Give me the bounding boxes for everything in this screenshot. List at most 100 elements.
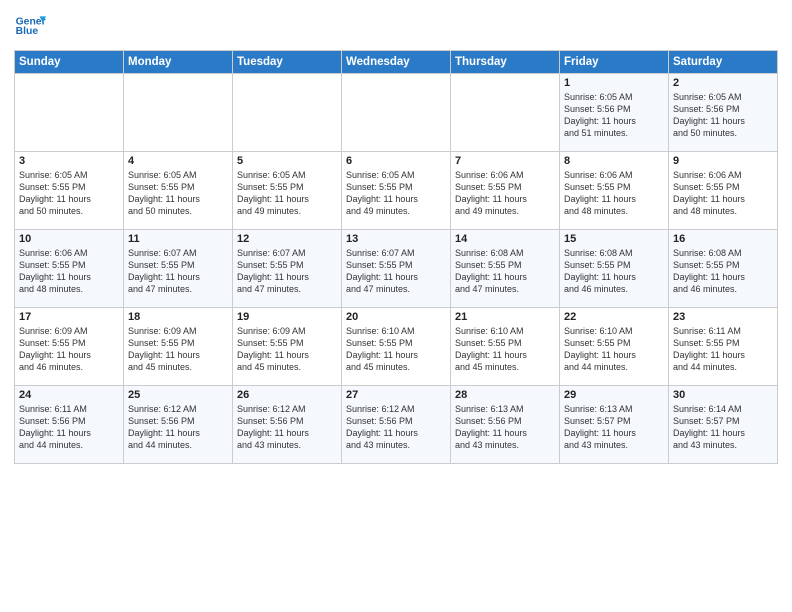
day-number: 18 — [128, 311, 228, 323]
svg-text:Blue: Blue — [16, 26, 39, 37]
day-number: 7 — [455, 155, 555, 167]
calendar-header: SundayMondayTuesdayWednesdayThursdayFrid… — [15, 51, 778, 74]
calendar-week-row: 10 Sunrise: 6:06 AM Sunset: 5:55 PM Dayli… — [15, 230, 778, 308]
calendar-day-cell: 20 Sunrise: 6:10 AM Sunset: 5:55 PM Dayli… — [342, 308, 451, 386]
day-info: Sunrise: 6:05 AM Sunset: 5:55 PM Dayligh… — [19, 169, 119, 218]
day-info: Sunrise: 6:05 AM Sunset: 5:55 PM Dayligh… — [346, 169, 446, 218]
day-info: Sunrise: 6:09 AM Sunset: 5:55 PM Dayligh… — [128, 325, 228, 374]
day-info: Sunrise: 6:12 AM Sunset: 5:56 PM Dayligh… — [346, 403, 446, 452]
day-number: 6 — [346, 155, 446, 167]
day-number: 16 — [673, 233, 773, 245]
logo-icon: General Blue — [14, 10, 46, 42]
calendar-day-cell: 14Sunrise: 6:08 AM Sunset: 5:55 PM Dayli… — [451, 230, 560, 308]
calendar-day-cell: 23 Sunrise: 6:11 AM Sunset: 5:55 PM Dayli… — [669, 308, 778, 386]
day-number: 14 — [455, 233, 555, 245]
calendar-day-cell: 5 Sunrise: 6:05 AM Sunset: 5:55 PM Daylig… — [233, 152, 342, 230]
calendar-day-cell: 22 Sunrise: 6:10 AM Sunset: 5:55 PM Dayli… — [560, 308, 669, 386]
calendar-day-cell: 13 Sunrise: 6:07 AM Sunset: 5:55 PM Dayli… — [342, 230, 451, 308]
day-number: 25 — [128, 389, 228, 401]
day-info: Sunrise: 6:14 AM Sunset: 5:57 PM Dayligh… — [673, 403, 773, 452]
day-info: Sunrise: 6:11 AM Sunset: 5:55 PM Dayligh… — [673, 325, 773, 374]
day-info: Sunrise: 6:07 AM Sunset: 5:55 PM Dayligh… — [346, 247, 446, 296]
calendar-day-cell: 11 Sunrise: 6:07 AM Sunset: 5:55 PM Dayli… — [124, 230, 233, 308]
day-number: 3 — [19, 155, 119, 167]
calendar-day-cell: 15 Sunrise: 6:08 AM Sunset: 5:55 PM Dayli… — [560, 230, 669, 308]
calendar-day-cell: 4Sunrise: 6:05 AM Sunset: 5:55 PM Daylig… — [124, 152, 233, 230]
calendar-day-cell — [233, 74, 342, 152]
calendar-day-cell: 3 Sunrise: 6:05 AM Sunset: 5:55 PM Daylig… — [15, 152, 124, 230]
day-info: Sunrise: 6:06 AM Sunset: 5:55 PM Dayligh… — [564, 169, 664, 218]
day-number: 5 — [237, 155, 337, 167]
day-number: 15 — [564, 233, 664, 245]
calendar-week-row: 17 Sunrise: 6:09 AM Sunset: 5:55 PM Dayli… — [15, 308, 778, 386]
day-info: Sunrise: 6:06 AM Sunset: 5:55 PM Dayligh… — [19, 247, 119, 296]
calendar-week-row: 3 Sunrise: 6:05 AM Sunset: 5:55 PM Daylig… — [15, 152, 778, 230]
calendar-day-cell: 16 Sunrise: 6:08 AM Sunset: 5:55 PM Dayli… — [669, 230, 778, 308]
calendar-day-cell — [15, 74, 124, 152]
weekday-header: Tuesday — [233, 51, 342, 74]
day-info: Sunrise: 6:08 AM Sunset: 5:55 PM Dayligh… — [564, 247, 664, 296]
calendar-day-cell: 8 Sunrise: 6:06 AM Sunset: 5:55 PM Daylig… — [560, 152, 669, 230]
day-info: Sunrise: 6:10 AM Sunset: 5:55 PM Dayligh… — [455, 325, 555, 374]
day-info: Sunrise: 6:06 AM Sunset: 5:55 PM Dayligh… — [673, 169, 773, 218]
calendar-day-cell: 9Sunrise: 6:06 AM Sunset: 5:55 PM Daylig… — [669, 152, 778, 230]
calendar-day-cell — [451, 74, 560, 152]
calendar-day-cell — [342, 74, 451, 152]
weekday-header: Wednesday — [342, 51, 451, 74]
calendar-day-cell: 29Sunrise: 6:13 AM Sunset: 5:57 PM Dayli… — [560, 386, 669, 464]
day-number: 20 — [346, 311, 446, 323]
day-info: Sunrise: 6:05 AM Sunset: 5:55 PM Dayligh… — [128, 169, 228, 218]
calendar-day-cell: 25Sunrise: 6:12 AM Sunset: 5:56 PM Dayli… — [124, 386, 233, 464]
day-info: Sunrise: 6:12 AM Sunset: 5:56 PM Dayligh… — [237, 403, 337, 452]
calendar-day-cell: 21 Sunrise: 6:10 AM Sunset: 5:55 PM Dayli… — [451, 308, 560, 386]
day-number: 26 — [237, 389, 337, 401]
day-number: 10 — [19, 233, 119, 245]
calendar-day-cell — [124, 74, 233, 152]
day-number: 17 — [19, 311, 119, 323]
calendar-day-cell: 19Sunrise: 6:09 AM Sunset: 5:55 PM Dayli… — [233, 308, 342, 386]
calendar-day-cell: 12 Sunrise: 6:07 AM Sunset: 5:55 PM Dayli… — [233, 230, 342, 308]
day-number: 28 — [455, 389, 555, 401]
calendar-day-cell: 27Sunrise: 6:12 AM Sunset: 5:56 PM Dayli… — [342, 386, 451, 464]
day-info: Sunrise: 6:07 AM Sunset: 5:55 PM Dayligh… — [128, 247, 228, 296]
calendar-day-cell: 17Sunrise: 6:09 AM Sunset: 5:55 PM Dayli… — [15, 308, 124, 386]
calendar-day-cell: 6 Sunrise: 6:05 AM Sunset: 5:55 PM Daylig… — [342, 152, 451, 230]
day-number: 19 — [237, 311, 337, 323]
day-number: 23 — [673, 311, 773, 323]
day-info: Sunrise: 6:05 AM Sunset: 5:56 PM Dayligh… — [564, 91, 664, 140]
day-info: Sunrise: 6:06 AM Sunset: 5:55 PM Dayligh… — [455, 169, 555, 218]
day-info: Sunrise: 6:05 AM Sunset: 5:55 PM Dayligh… — [237, 169, 337, 218]
day-number: 12 — [237, 233, 337, 245]
day-number: 22 — [564, 311, 664, 323]
calendar-week-row: 24 Sunrise: 6:11 AM Sunset: 5:56 PM Dayli… — [15, 386, 778, 464]
day-info: Sunrise: 6:13 AM Sunset: 5:57 PM Dayligh… — [564, 403, 664, 452]
day-info: Sunrise: 6:11 AM Sunset: 5:56 PM Dayligh… — [19, 403, 119, 452]
calendar-day-cell: 10 Sunrise: 6:06 AM Sunset: 5:55 PM Dayli… — [15, 230, 124, 308]
day-number: 1 — [564, 77, 664, 89]
day-info: Sunrise: 6:07 AM Sunset: 5:55 PM Dayligh… — [237, 247, 337, 296]
day-info: Sunrise: 6:05 AM Sunset: 5:56 PM Dayligh… — [673, 91, 773, 140]
weekday-header: Monday — [124, 51, 233, 74]
weekday-header: Friday — [560, 51, 669, 74]
logo: General Blue — [14, 10, 46, 42]
day-info: Sunrise: 6:10 AM Sunset: 5:55 PM Dayligh… — [564, 325, 664, 374]
header: General Blue — [14, 10, 778, 42]
day-number: 13 — [346, 233, 446, 245]
day-number: 8 — [564, 155, 664, 167]
weekday-header: Thursday — [451, 51, 560, 74]
calendar-container: General Blue SundayMondayTuesdayWednesda… — [0, 0, 792, 470]
day-info: Sunrise: 6:08 AM Sunset: 5:55 PM Dayligh… — [673, 247, 773, 296]
day-number: 11 — [128, 233, 228, 245]
day-number: 2 — [673, 77, 773, 89]
day-info: Sunrise: 6:13 AM Sunset: 5:56 PM Dayligh… — [455, 403, 555, 452]
calendar-table: SundayMondayTuesdayWednesdayThursdayFrid… — [14, 50, 778, 464]
calendar-day-cell: 24 Sunrise: 6:11 AM Sunset: 5:56 PM Dayli… — [15, 386, 124, 464]
calendar-day-cell: 7 Sunrise: 6:06 AM Sunset: 5:55 PM Daylig… — [451, 152, 560, 230]
calendar-day-cell: 26 Sunrise: 6:12 AM Sunset: 5:56 PM Dayli… — [233, 386, 342, 464]
day-number: 21 — [455, 311, 555, 323]
calendar-day-cell: 2 Sunrise: 6:05 AM Sunset: 5:56 PM Daylig… — [669, 74, 778, 152]
calendar-day-cell: 28 Sunrise: 6:13 AM Sunset: 5:56 PM Dayli… — [451, 386, 560, 464]
day-info: Sunrise: 6:10 AM Sunset: 5:55 PM Dayligh… — [346, 325, 446, 374]
day-number: 30 — [673, 389, 773, 401]
day-number: 24 — [19, 389, 119, 401]
